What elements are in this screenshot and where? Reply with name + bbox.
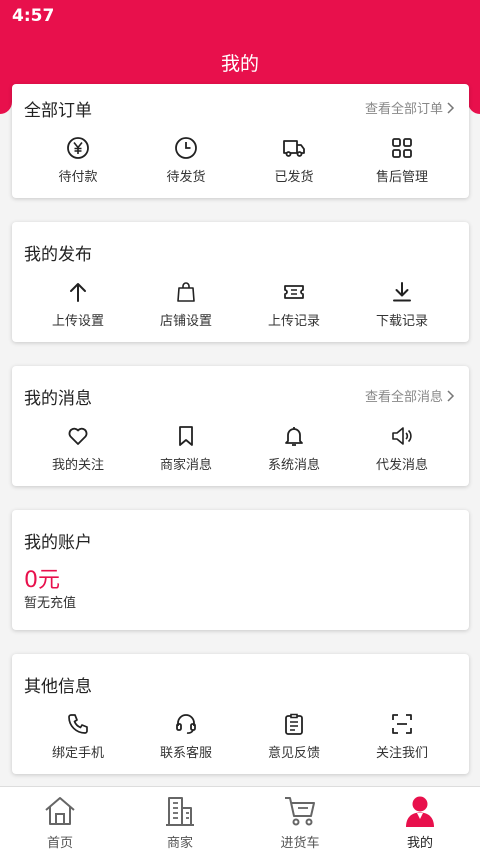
scan-icon [392, 714, 412, 734]
home-icon [45, 797, 75, 825]
status-time: 4:57 [12, 6, 55, 26]
dropship-messages-label: 代发消息 [375, 458, 428, 473]
tab-home-label: 首页 [46, 836, 73, 851]
header-bar: 4:57 我的 [0, 0, 480, 90]
download-icon [393, 282, 411, 302]
account-title: 我的账户 [24, 533, 92, 553]
order-pending-shipment[interactable]: 待发货 [132, 136, 240, 185]
account-recharge-note: 暂无充值 [24, 596, 77, 611]
grid-icon [392, 138, 412, 158]
page-title: 我的 [220, 53, 259, 75]
account-card[interactable]: 我的账户 0元 暂无充值 [12, 510, 469, 630]
tab-mine[interactable]: 我的 [360, 787, 480, 853]
building-icon [166, 797, 194, 826]
view-all-orders-link[interactable]: 查看全部订单 [365, 98, 455, 117]
download-records-label: 下载记录 [375, 314, 428, 329]
bookmark-icon [179, 426, 193, 446]
customer-service-label: 联系客服 [159, 746, 212, 761]
shop-settings[interactable]: 店铺设置 [132, 280, 240, 329]
upload-settings-label: 上传设置 [51, 314, 104, 329]
clipboard-icon [285, 713, 303, 735]
order-pending-payment-label: 待付款 [58, 170, 98, 185]
ticket-icon [284, 285, 304, 299]
yen-icon [67, 137, 89, 159]
system-messages-label: 系统消息 [267, 458, 320, 473]
order-shipped-label: 已发货 [274, 170, 314, 185]
customer-service[interactable]: 联系客服 [132, 712, 240, 761]
view-all-orders-label: 查看全部订单 [364, 102, 443, 117]
tab-cart-label: 进货车 [280, 836, 320, 851]
feedback-label: 意见反馈 [267, 746, 320, 761]
clock-icon [175, 137, 197, 159]
other-info-card: 其他信息 绑定手机 联系客服 意见反馈 关注我们 [12, 654, 469, 774]
view-all-messages-link[interactable]: 查看全部消息 [365, 386, 455, 405]
other-info-title: 其他信息 [24, 677, 92, 697]
publish-title: 我的发布 [24, 245, 92, 265]
bottom-tab-bar: 首页 商家 进货车 我的 [0, 786, 480, 853]
account-balance: 0元 [24, 568, 60, 593]
upload-records-label: 上传记录 [267, 314, 320, 329]
orders-card: 全部订单 查看全部订单 待付款 待发货 已发货 售后管理 [12, 84, 469, 198]
follow-us-label: 关注我们 [375, 746, 428, 761]
dropship-messages[interactable]: 代发消息 [348, 424, 456, 473]
user-icon [406, 796, 434, 827]
phone-icon [68, 714, 88, 734]
view-all-messages-label: 查看全部消息 [364, 390, 443, 405]
upload-records[interactable]: 上传记录 [240, 280, 348, 329]
order-after-sales[interactable]: 售后管理 [348, 136, 456, 185]
truck-icon [283, 140, 305, 157]
orders-title: 全部订单 [24, 101, 92, 121]
upload-settings[interactable]: 上传设置 [24, 280, 132, 329]
tab-merchants-label: 商家 [166, 836, 193, 851]
download-records[interactable]: 下载记录 [348, 280, 456, 329]
tab-cart[interactable]: 进货车 [240, 787, 360, 853]
tab-home[interactable]: 首页 [0, 787, 120, 853]
my-follows[interactable]: 我的关注 [24, 424, 132, 473]
header-curve-left [0, 90, 12, 114]
chevron-right-icon [447, 389, 455, 402]
upload-arrow-icon [70, 283, 86, 302]
my-follows-label: 我的关注 [51, 458, 104, 473]
merchant-messages-label: 商家消息 [159, 458, 212, 473]
feedback[interactable]: 意见反馈 [240, 712, 348, 761]
system-messages[interactable]: 系统消息 [240, 424, 348, 473]
order-shipped[interactable]: 已发货 [240, 136, 348, 185]
bind-phone-label: 绑定手机 [51, 746, 104, 761]
tab-mine-label: 我的 [406, 836, 433, 851]
order-pending-shipment-label: 待发货 [166, 170, 206, 185]
cart-icon [285, 797, 315, 826]
shop-settings-label: 店铺设置 [159, 314, 212, 329]
speaker-icon [392, 427, 412, 445]
merchant-messages[interactable]: 商家消息 [132, 424, 240, 473]
headset-icon [176, 714, 196, 734]
heart-icon [68, 427, 88, 445]
order-pending-payment[interactable]: 待付款 [24, 136, 132, 185]
publish-card: 我的发布 上传设置 店铺设置 上传记录 下载记录 [12, 222, 469, 342]
tab-merchants[interactable]: 商家 [120, 787, 240, 853]
messages-title: 我的消息 [24, 389, 92, 409]
chevron-right-icon [447, 101, 455, 114]
follow-us[interactable]: 关注我们 [348, 712, 456, 761]
bell-icon [285, 427, 303, 446]
order-after-sales-label: 售后管理 [375, 170, 428, 185]
header-curve-right [468, 90, 480, 114]
bind-phone[interactable]: 绑定手机 [24, 712, 132, 761]
shopping-bag-icon [177, 282, 195, 302]
messages-card: 我的消息 查看全部消息 我的关注 商家消息 系统消息 代发消息 [12, 366, 469, 486]
